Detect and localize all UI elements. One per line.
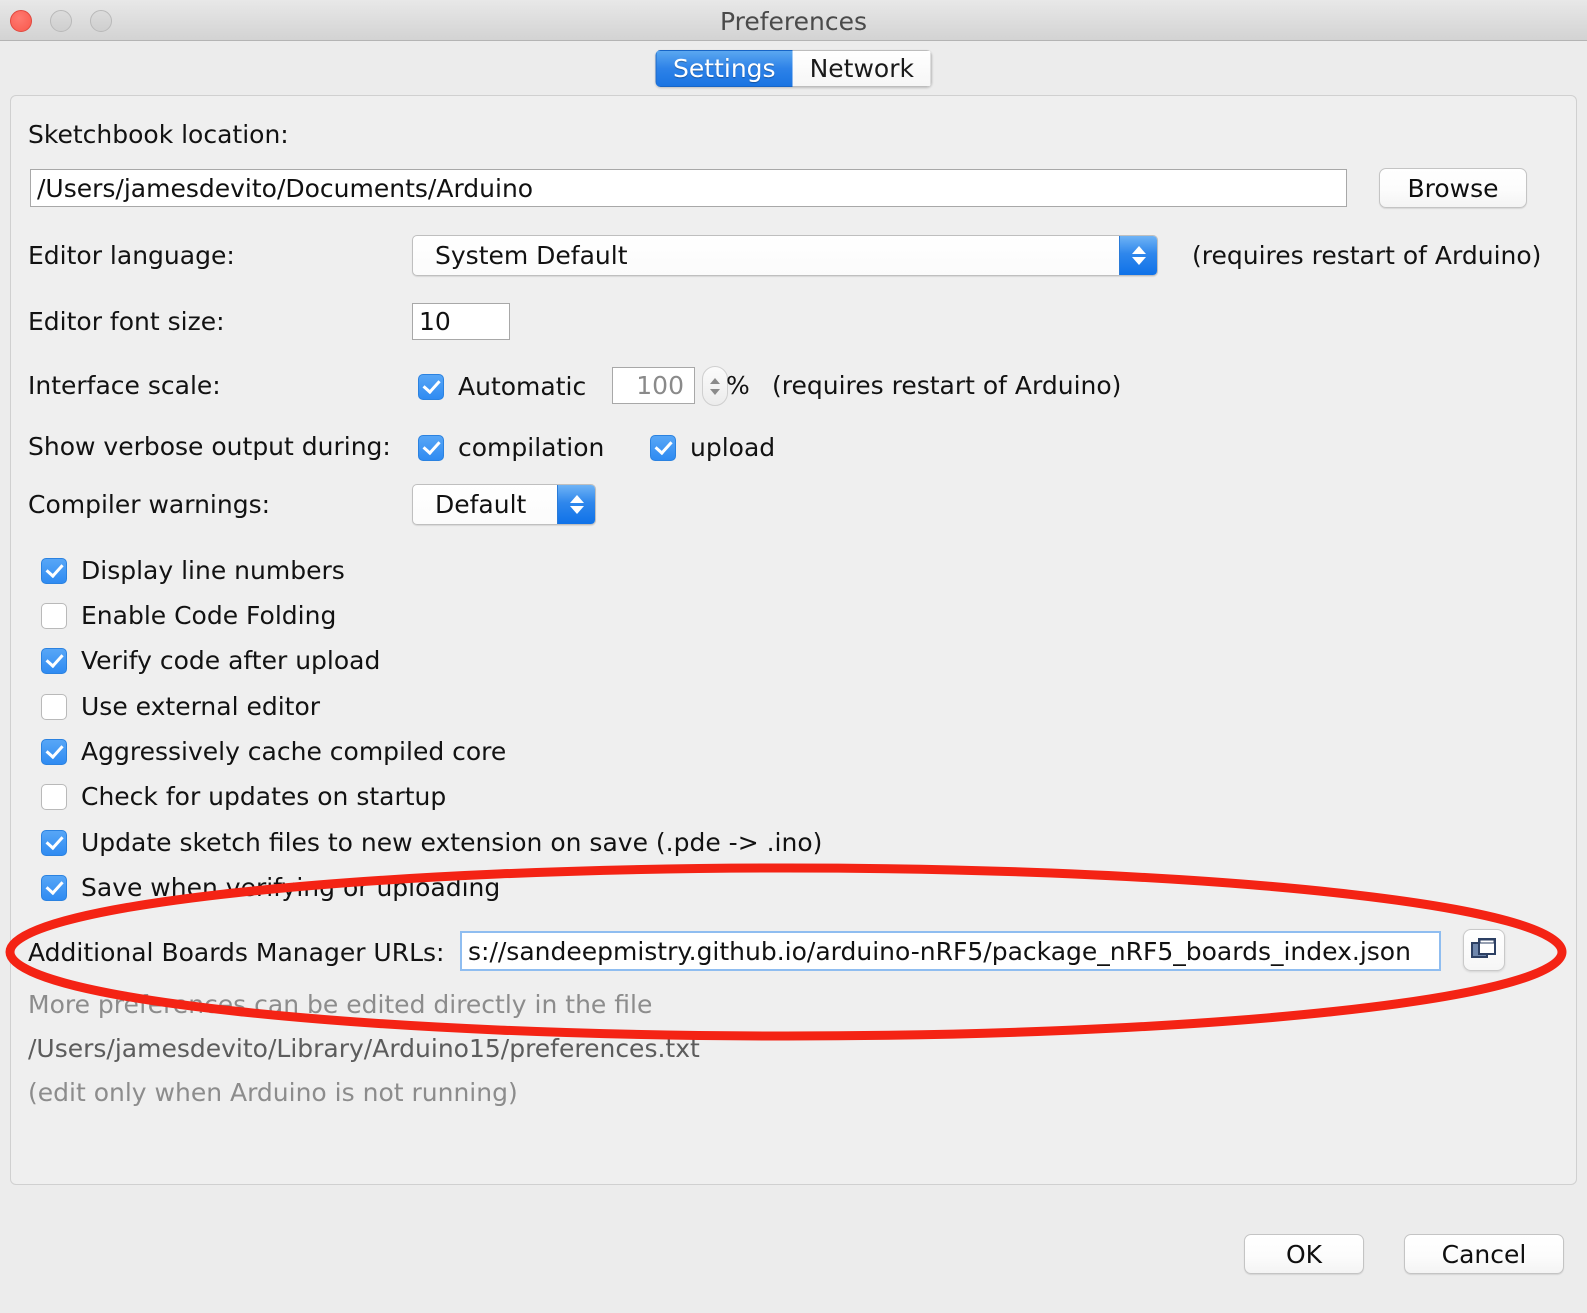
footer-preferences-path: /Users/jamesdevito/Library/Arduino15/pre… — [28, 1034, 700, 1063]
checkbox-label: Display line numbers — [81, 556, 345, 585]
checkbox-box — [41, 783, 67, 810]
chevron-updown-icon[interactable] — [557, 485, 595, 524]
checkbox-box — [41, 829, 67, 856]
checkbox-label: Use external editor — [81, 692, 321, 721]
browse-button[interactable]: Browse — [1379, 168, 1527, 208]
boards-manager-expand-button[interactable] — [1463, 929, 1505, 971]
footer-edit-only-note: (edit only when Arduino is not running) — [28, 1078, 518, 1107]
interface-scale-label: Interface scale: — [28, 371, 221, 400]
verbose-upload-checkbox[interactable]: upload — [650, 433, 775, 462]
chevron-updown-icon[interactable] — [1119, 236, 1157, 275]
checkbox-box — [41, 647, 67, 674]
interface-scale-automatic-label: Automatic — [458, 372, 587, 401]
checkbox-verify-code-after-upload[interactable]: Verify code after upload — [41, 646, 380, 675]
editor-language-label: Editor language: — [28, 241, 235, 270]
window-titlebar: Preferences — [0, 0, 1587, 41]
boards-manager-urls-label: Additional Boards Manager URLs: — [28, 938, 445, 967]
editor-language-restart-note: (requires restart of Arduino) — [1192, 241, 1542, 270]
checkbox-label: Check for updates on startup — [81, 782, 447, 811]
interface-scale-automatic-checkbox[interactable]: Automatic — [418, 372, 586, 401]
checkbox-label: Update sketch files to new extension on … — [81, 828, 823, 857]
checkbox-box — [650, 434, 676, 461]
editor-font-size-label: Editor font size: — [28, 307, 225, 336]
checkbox-box — [41, 557, 67, 584]
editor-language-value: System Default — [435, 241, 628, 270]
checkbox-use-external-editor[interactable]: Use external editor — [41, 692, 320, 721]
checkbox-enable-code-folding[interactable]: Enable Code Folding — [41, 601, 336, 630]
verbose-compilation-checkbox[interactable]: compilation — [418, 433, 604, 462]
checkbox-box — [418, 373, 444, 400]
ok-button[interactable]: OK — [1244, 1234, 1364, 1274]
tab-settings[interactable]: Settings — [655, 50, 793, 87]
boards-manager-urls-input[interactable]: s://sandeepmistry.github.io/arduino-nRF5… — [460, 931, 1441, 971]
checkbox-box — [41, 738, 67, 765]
window-title: Preferences — [719, 7, 868, 36]
checkbox-update-sketch-files-extension[interactable]: Update sketch files to new extension on … — [41, 828, 822, 857]
interface-scale-value-input[interactable]: 100 — [612, 367, 695, 404]
checkbox-label: Enable Code Folding — [81, 601, 337, 630]
checkbox-check-for-updates-on-startup[interactable]: Check for updates on startup — [41, 782, 446, 811]
preferences-window: Preferences Settings Network Sketchbook … — [0, 0, 1587, 1313]
interface-scale-stepper[interactable] — [702, 366, 728, 406]
checkbox-aggressively-cache-compiled-core[interactable]: Aggressively cache compiled core — [41, 737, 506, 766]
verbose-upload-label: upload — [690, 433, 776, 462]
checkbox-label: Verify code after upload — [81, 646, 381, 675]
editor-language-select[interactable]: System Default — [412, 235, 1158, 276]
verbose-compilation-label: compilation — [458, 433, 605, 462]
cancel-button[interactable]: Cancel — [1404, 1234, 1564, 1274]
checkbox-box — [41, 693, 67, 720]
compiler-warnings-label: Compiler warnings: — [28, 490, 271, 519]
tab-group: Settings Network — [655, 50, 932, 87]
compiler-warnings-select[interactable]: Default — [412, 484, 596, 525]
checkbox-box — [41, 874, 67, 901]
checkbox-label: Aggressively cache compiled core — [81, 737, 507, 766]
interface-scale-restart-note: (requires restart of Arduino) — [772, 371, 1122, 400]
checkbox-label: Save when verifying or uploading — [81, 873, 501, 902]
compiler-warnings-value: Default — [435, 490, 527, 519]
checkbox-box — [418, 434, 444, 461]
footer-more-preferences-text: More preferences can be edited directly … — [28, 990, 653, 1019]
verbose-output-label: Show verbose output during: — [28, 432, 391, 461]
sketchbook-location-input[interactable]: /Users/jamesdevito/Documents/Arduino — [30, 169, 1347, 207]
editor-font-size-input[interactable]: 10 — [412, 303, 510, 340]
checkbox-display-line-numbers[interactable]: Display line numbers — [41, 556, 345, 585]
tab-network[interactable]: Network — [792, 50, 932, 87]
sketchbook-location-label: Sketchbook location: — [28, 120, 289, 149]
interface-scale-unit: % — [726, 371, 750, 400]
tab-bar: Settings Network — [0, 42, 1587, 90]
checkbox-save-when-verifying-or-uploading[interactable]: Save when verifying or uploading — [41, 873, 500, 902]
windows-cascade-icon — [1471, 938, 1496, 958]
checkbox-box — [41, 602, 67, 629]
